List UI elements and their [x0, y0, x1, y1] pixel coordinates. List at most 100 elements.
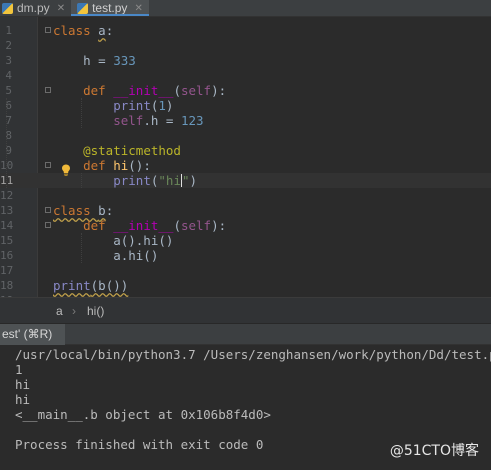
code-token: __init__	[113, 218, 174, 233]
code-line[interactable]: 12	[0, 188, 491, 203]
code-text: def __init__(self):	[53, 218, 226, 233]
code-text: print(1)	[53, 98, 173, 113]
code-text: print("hi")	[53, 173, 197, 188]
console-line: hi	[15, 392, 31, 407]
code-token: print	[113, 173, 151, 188]
code-text: class a:	[53, 23, 113, 38]
line-number[interactable]: 13	[0, 203, 13, 218]
run-console[interactable]: /usr/local/bin/python3.7 /Users/zenghans…	[0, 345, 491, 470]
lightbulb-icon[interactable]	[61, 164, 71, 176]
code-token: self	[180, 83, 212, 98]
code-text: a.hi()	[53, 248, 158, 263]
breadcrumb: a › hi()	[0, 297, 491, 323]
line-number[interactable]: 18	[0, 278, 13, 293]
run-tool-window-header: est' (⌘R)	[0, 323, 491, 345]
code-token: (b())	[90, 278, 129, 293]
line-number[interactable]: 2	[0, 38, 12, 53]
close-icon[interactable]: ✕	[134, 3, 142, 14]
code-line[interactable]: 13 class b:	[0, 203, 491, 218]
code-token: )	[189, 173, 198, 188]
console-line: <__main__.b object at 0x106b8f4d0>	[15, 407, 271, 422]
code-token: a().hi()	[53, 233, 174, 248]
fold-marker[interactable]	[45, 207, 51, 213]
tab-label: dm.py	[17, 1, 50, 15]
code-token: h =	[53, 53, 114, 68]
code-token: ):	[211, 83, 227, 98]
code-token: 1	[158, 98, 166, 113]
code-line[interactable]: 11 print("hi")	[0, 173, 491, 188]
line-number[interactable]: 16	[0, 248, 13, 263]
close-icon[interactable]: ✕	[57, 3, 65, 14]
code-line[interactable]: 16 a.hi()	[0, 248, 491, 263]
console-line: /usr/local/bin/python3.7 /Users/zenghans…	[15, 347, 491, 362]
code-line[interactable]: 5 def __init__(self):	[0, 83, 491, 98]
code-token: class	[53, 23, 99, 38]
code-line[interactable]: 7 self.h = 123	[0, 113, 491, 128]
code-line[interactable]: 6 print(1)	[0, 98, 491, 113]
console-line: Process finished with exit code 0	[15, 437, 264, 452]
code-line[interactable]: 14 def __init__(self):	[0, 218, 491, 233]
code-token: )	[165, 98, 174, 113]
fold-marker[interactable]	[45, 162, 51, 168]
console-line: hi	[15, 377, 31, 392]
code-token: self	[113, 113, 144, 128]
code-token: .h =	[143, 113, 181, 128]
code-token: ):	[211, 218, 227, 233]
tab-test-py[interactable]: test.py ✕	[71, 0, 149, 16]
code-line[interactable]: 9 @staticmethod	[0, 143, 491, 158]
code-token: def	[83, 83, 114, 98]
code-text: print(b())	[53, 278, 128, 293]
code-token: "	[181, 173, 190, 188]
code-token: a	[98, 23, 106, 38]
ide-window: dm.py ✕ test.py ✕ 1 class a: 2 3 h = 333 4 5 …	[0, 0, 491, 470]
code-line[interactable]: 18 print(b())	[0, 278, 491, 293]
code-token: __init__	[113, 83, 174, 98]
code-line[interactable]: 4	[0, 68, 491, 83]
fold-marker[interactable]	[45, 27, 51, 33]
code-token: def	[83, 158, 114, 173]
line-number[interactable]: 3	[0, 53, 12, 68]
line-number[interactable]: 5	[0, 83, 12, 98]
code-line[interactable]: 2	[0, 38, 491, 53]
line-number[interactable]: 12	[0, 188, 13, 203]
code-token: ():	[128, 158, 151, 173]
line-number[interactable]: 14	[0, 218, 13, 233]
fold-marker[interactable]	[45, 222, 51, 228]
code-text: h = 333	[53, 53, 136, 68]
code-token: (	[173, 83, 181, 98]
code-line[interactable]: 1 class a:	[0, 23, 491, 38]
tab-dm-py[interactable]: dm.py ✕	[0, 0, 71, 16]
line-number[interactable]: 15	[0, 233, 13, 248]
run-tab-tooltip[interactable]: est' (⌘R)	[0, 324, 65, 345]
code-token: @staticmethod	[83, 143, 181, 158]
code-text: def __init__(self):	[53, 83, 226, 98]
tab-label: test.py	[92, 1, 128, 15]
line-number[interactable]: 4	[0, 68, 12, 83]
code-line[interactable]: 10 def hi():	[0, 158, 491, 173]
code-token: (	[173, 218, 181, 233]
line-number[interactable]: 17	[0, 263, 13, 278]
code-text: class b:	[53, 203, 113, 218]
editor-tab-bar: dm.py ✕ test.py ✕	[0, 0, 491, 17]
breadcrumb-item-class[interactable]: a	[56, 304, 63, 318]
code-text: a().hi()	[53, 233, 173, 248]
code-line[interactable]: 8	[0, 128, 491, 143]
code-token: self	[180, 218, 212, 233]
code-editor[interactable]: 1 class a: 2 3 h = 333 4 5 def __init__(self)…	[0, 17, 491, 297]
breadcrumb-item-method[interactable]: hi()	[87, 304, 104, 318]
code-token: :	[105, 203, 114, 218]
line-number[interactable]: 1	[0, 23, 12, 38]
python-file-icon	[77, 2, 89, 14]
code-token: 123	[180, 113, 204, 128]
code-text: self.h = 123	[53, 113, 204, 128]
code-line[interactable]: 17	[0, 263, 491, 278]
watermark: @51CTO博客	[389, 443, 479, 459]
code-line[interactable]: 3 h = 333	[0, 53, 491, 68]
code-token: class	[53, 203, 99, 218]
python-file-icon	[2, 2, 13, 14]
fold-marker[interactable]	[45, 87, 51, 93]
code-line[interactable]: 15 a().hi()	[0, 233, 491, 248]
